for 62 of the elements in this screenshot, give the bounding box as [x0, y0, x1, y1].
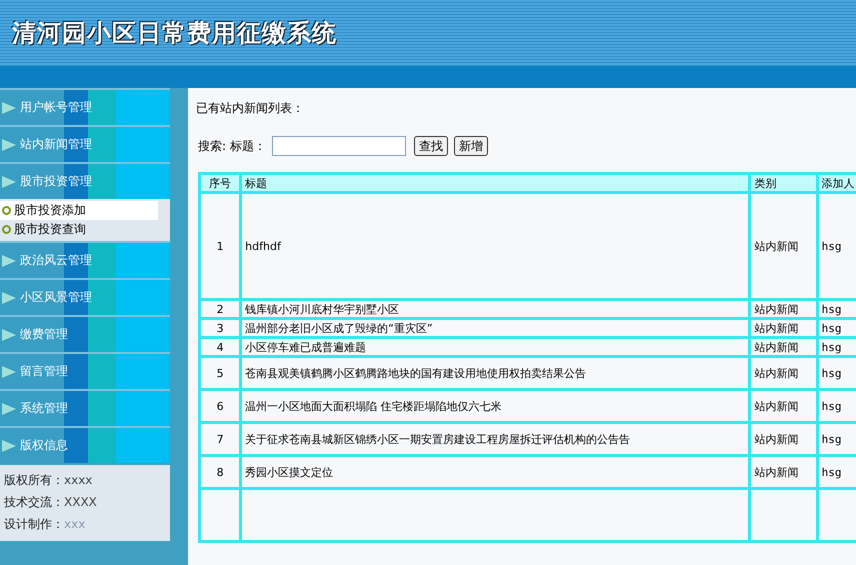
table-cell: 站内新闻 — [750, 422, 818, 456]
table-cell: 站内新闻 — [750, 300, 818, 318]
column-header: 标题 — [240, 174, 750, 192]
table-cell: 温州一小区地面大面积塌陷 住宅楼距塌陷地仅六七米 — [240, 390, 750, 422]
submenu-item[interactable]: 股市投资添加 — [0, 201, 158, 220]
triangle-icon — [2, 254, 16, 266]
table-cell: 温州部分老旧小区成了毁绿的“重灾区” — [240, 318, 750, 338]
menu-item[interactable]: 系统管理 — [0, 389, 170, 426]
menu-item[interactable]: 缴费管理 — [0, 315, 170, 352]
table-cell: 7 — [200, 422, 241, 456]
info-label: 设计制作： — [4, 516, 64, 532]
menu-item[interactable]: 政治风云管理 — [0, 241, 170, 278]
triangle-icon — [2, 176, 16, 188]
info-label: 技术交流： — [4, 494, 64, 510]
table-cell: hdfhdf — [240, 192, 750, 300]
triangle-icon — [2, 138, 16, 150]
triangle-icon — [2, 292, 16, 304]
app-title: 清河园小区日常费用征缴系统 — [12, 17, 337, 49]
bullet-icon — [2, 206, 11, 215]
bullet-icon — [2, 225, 11, 234]
menu-item[interactable]: 用户帐号管理 — [0, 88, 170, 125]
table-cell: 8 — [200, 456, 241, 488]
info-value: XXXX — [64, 495, 97, 509]
triangle-icon — [2, 102, 16, 114]
action-button[interactable]: 查找 — [414, 136, 448, 156]
submenu-item[interactable]: 股市投资查询 — [0, 220, 158, 239]
menu-item[interactable]: 留言管理 — [0, 352, 170, 389]
table-cell: 3 — [200, 318, 241, 338]
column-header: 类别 — [750, 174, 818, 192]
triangle-icon — [2, 402, 16, 414]
table-cell: 秀园小区摸文定位 — [240, 456, 750, 488]
page-heading: 已有站内新闻列表： — [196, 100, 305, 117]
table-cell: 站内新闻 — [750, 338, 818, 356]
search-field[interactable] — [272, 136, 406, 156]
info-value: xxx — [64, 517, 86, 531]
menu-item[interactable]: 股市投资管理 — [0, 162, 170, 199]
table-cell: 小区停车难已成普遍难题 — [240, 338, 750, 356]
triangle-icon — [2, 440, 16, 452]
table-cell: 站内新闻 — [750, 192, 818, 300]
menu-item[interactable]: 站内新闻管理 — [0, 125, 170, 162]
table-cell: 站内新闻 — [750, 318, 818, 338]
triangle-icon — [2, 366, 16, 378]
column-header: 添加人 — [817, 174, 856, 192]
table-cell: 1 — [200, 192, 241, 300]
menu-item[interactable]: 小区风景管理 — [0, 278, 170, 315]
table-cell: 2 — [200, 300, 241, 318]
table-cell: 苍南县观美镇鹤腾小区鹤腾路地块的国有建设用地使用权拍卖结果公告 — [240, 356, 750, 390]
table-cell: 4 — [200, 338, 241, 356]
info-label: 版权所有： — [4, 472, 64, 488]
table-cell: 钱库镇小河川底村华宇别墅小区 — [240, 300, 750, 318]
table-cell: 站内新闻 — [750, 390, 818, 422]
triangle-icon — [2, 328, 16, 340]
table-cell: 站内新闻 — [750, 456, 818, 488]
table-cell: 关于征求苍南县城新区锦绣小区一期安置房建设工程房屋拆迁评估机构的公告告 — [240, 422, 750, 456]
table-cell: 6 — [200, 390, 241, 422]
info-value: xxxx — [64, 473, 92, 487]
action-button[interactable]: 新增 — [454, 136, 488, 156]
menu-item[interactable]: 版权信息 — [0, 426, 170, 463]
search-label: 搜索: 标题： — [198, 138, 266, 154]
table-cell: 站内新闻 — [750, 356, 818, 390]
table-cell: 5 — [200, 356, 241, 390]
column-header: 序号 — [200, 174, 241, 192]
